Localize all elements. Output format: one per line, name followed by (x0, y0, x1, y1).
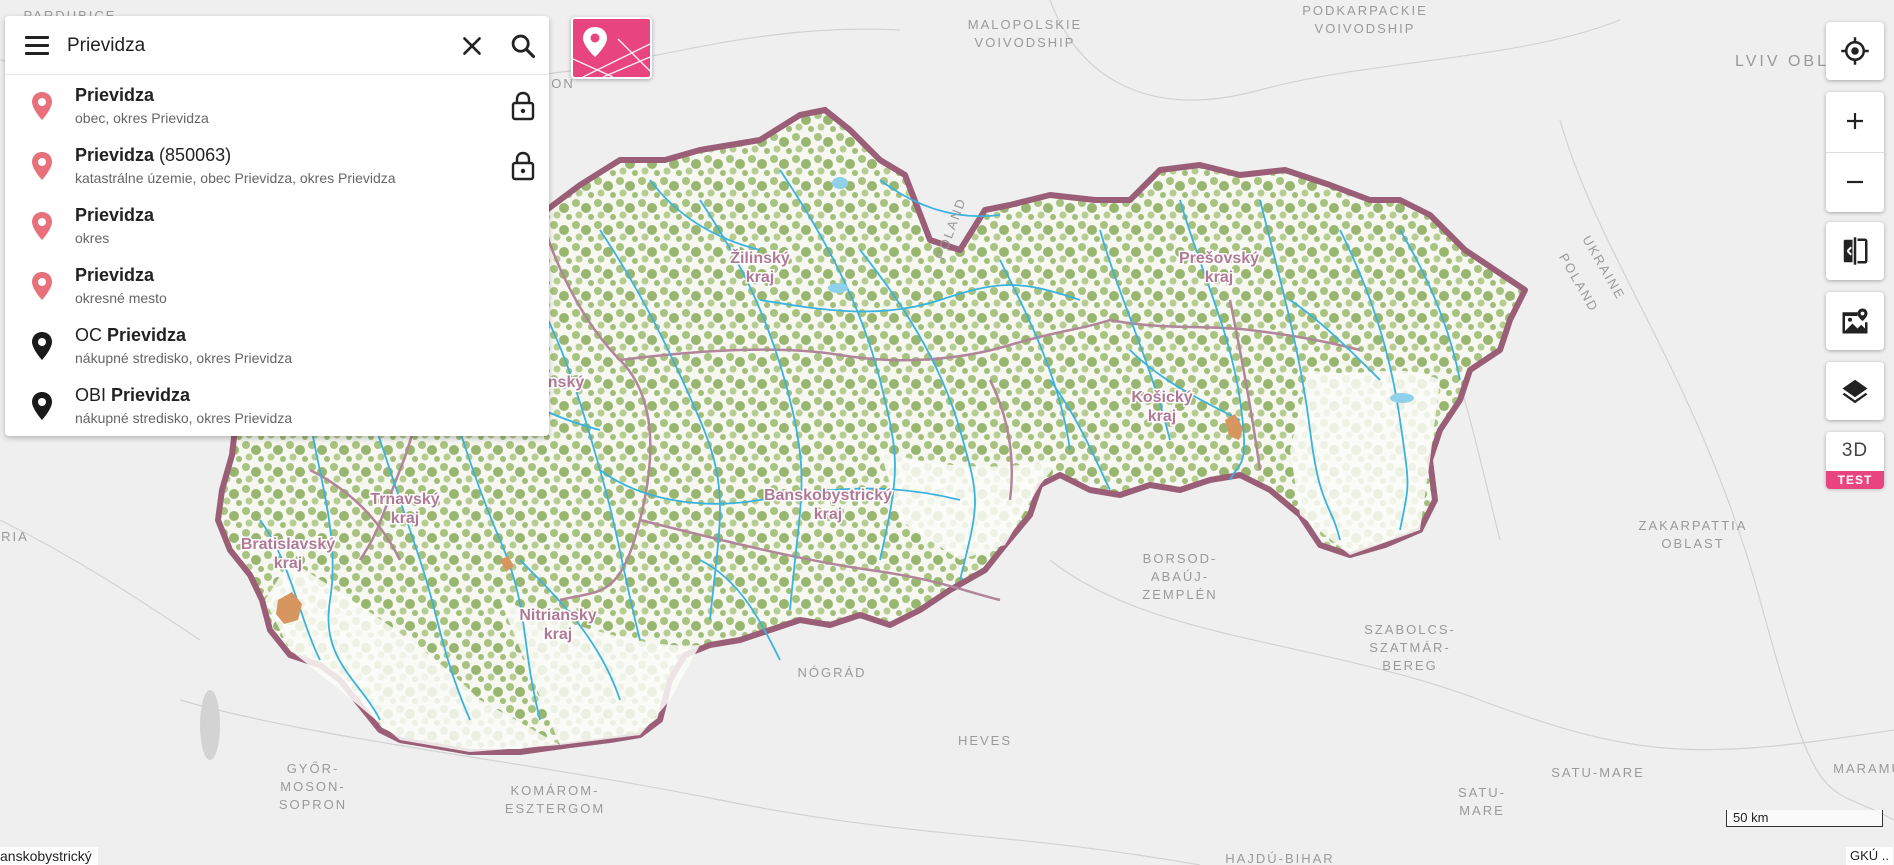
search-result-item[interactable]: Prievidza okresné mesto (5, 255, 549, 315)
area-label: KOMÁROM-ESZTERGOM (505, 783, 605, 816)
hamburger-menu-icon[interactable] (25, 36, 49, 56)
area-label: BORSOD-ABAÚJ-ZEMPLÉN (1142, 551, 1217, 602)
area-label: SATU-MARE (1551, 765, 1645, 780)
lake-neusiedl (200, 690, 220, 760)
area-label: PODKARPACKIE VOIVODSHIP (1302, 3, 1428, 36)
location-pin-icon (32, 212, 52, 240)
search-results-list: Prievidza obec, okres Prievidza Prievidza … (5, 75, 549, 435)
result-subtitle: okresné mesto (75, 290, 167, 306)
locate-button[interactable] (1826, 22, 1884, 80)
scale-bar: 50 km (1726, 810, 1883, 827)
area-label: MALOPOLSKIE VOIVODSHIP (968, 17, 1082, 50)
location-pin-icon (32, 92, 52, 120)
minus-icon (1847, 180, 1863, 184)
search-icon[interactable] (509, 32, 537, 60)
result-subtitle: katastrálne územie, obec Prievidza, okre… (75, 170, 396, 186)
area-label: SATU-MARE (1458, 785, 1506, 818)
area-label: RIA (1, 529, 29, 544)
area-label: ZAKARPATTIA OBLAST (1639, 518, 1748, 551)
area-label: LVIV OBL (1735, 53, 1829, 70)
test-badge: TEST (1826, 471, 1884, 489)
search-result-item[interactable]: Prievidza (850063) katastrálne územie, ob… (5, 135, 549, 195)
lock-icon[interactable] (511, 151, 535, 181)
search-result-item[interactable]: Prievidza okres (5, 195, 549, 255)
result-subtitle: nákupné stredisko, okres Prievidza (75, 410, 293, 426)
area-label: NÓGRÁD (797, 665, 866, 680)
close-icon[interactable] (459, 33, 485, 59)
map-settings-icon (1842, 308, 1868, 334)
plus-icon (1847, 113, 1863, 129)
compare-icon (1843, 237, 1868, 265)
result-title: Prievidza (850063) (75, 145, 232, 165)
crosshair-icon (1841, 37, 1869, 65)
search-bar (5, 16, 549, 75)
result-title: OC Prievidza (75, 325, 187, 345)
layers-icon (1842, 379, 1868, 404)
area-label: HEVES (958, 733, 1012, 748)
search-result-item[interactable]: Prievidza obec, okres Prievidza (5, 75, 549, 135)
compare-button[interactable] (1826, 222, 1884, 280)
search-input[interactable] (65, 30, 449, 62)
scale-label: 50 km (1733, 810, 1769, 825)
zoom-out-button[interactable] (1826, 153, 1884, 211)
attribution-text[interactable]: GKÚ .. (1846, 847, 1894, 865)
location-pin-icon (32, 152, 52, 180)
result-subtitle: obec, okres Prievidza (75, 110, 209, 126)
search-result-item[interactable]: OC Prievidza nákupné stredisko, okres Pri… (5, 315, 549, 375)
location-pin-icon (32, 332, 52, 360)
area-label: MARAMU (1833, 761, 1894, 776)
area-label: GYŐR-MOSON-SOPRON (279, 761, 347, 812)
lock-icon[interactable] (511, 91, 535, 121)
map-thumbnail-button[interactable] (571, 17, 652, 79)
result-title: Prievidza (75, 265, 155, 285)
location-pin-icon (32, 272, 52, 300)
result-subtitle: nákupné stredisko, okres Prievidza (75, 350, 293, 366)
result-subtitle: okres (75, 230, 110, 246)
result-title: Prievidza (75, 205, 155, 225)
layers-button[interactable] (1826, 362, 1884, 420)
zoom-in-button[interactable] (1826, 92, 1884, 150)
map-settings-button[interactable] (1826, 292, 1884, 350)
search-panel: Prievidzaobec, okres PrievidzaPrievidza … (5, 16, 549, 436)
region-status-text: anskobystrický (0, 847, 98, 865)
area-label: SZABOLCS-SZATMÁR-BEREG (1364, 622, 1456, 673)
cadastral-map-icon (573, 27, 650, 77)
region-label: nský (548, 374, 585, 391)
zoom-control (1826, 92, 1884, 212)
result-title: OBI Prievidza (75, 385, 191, 405)
location-pin-icon (32, 392, 52, 420)
3d-label: 3D (1841, 440, 1869, 461)
area-label: HAJDÚ-BIHAR (1225, 851, 1334, 865)
area-label: ON (551, 76, 575, 91)
result-title: Prievidza (75, 85, 155, 105)
search-result-item[interactable]: OBI Prievidza nákupné stredisko, okres Pr… (5, 375, 549, 435)
